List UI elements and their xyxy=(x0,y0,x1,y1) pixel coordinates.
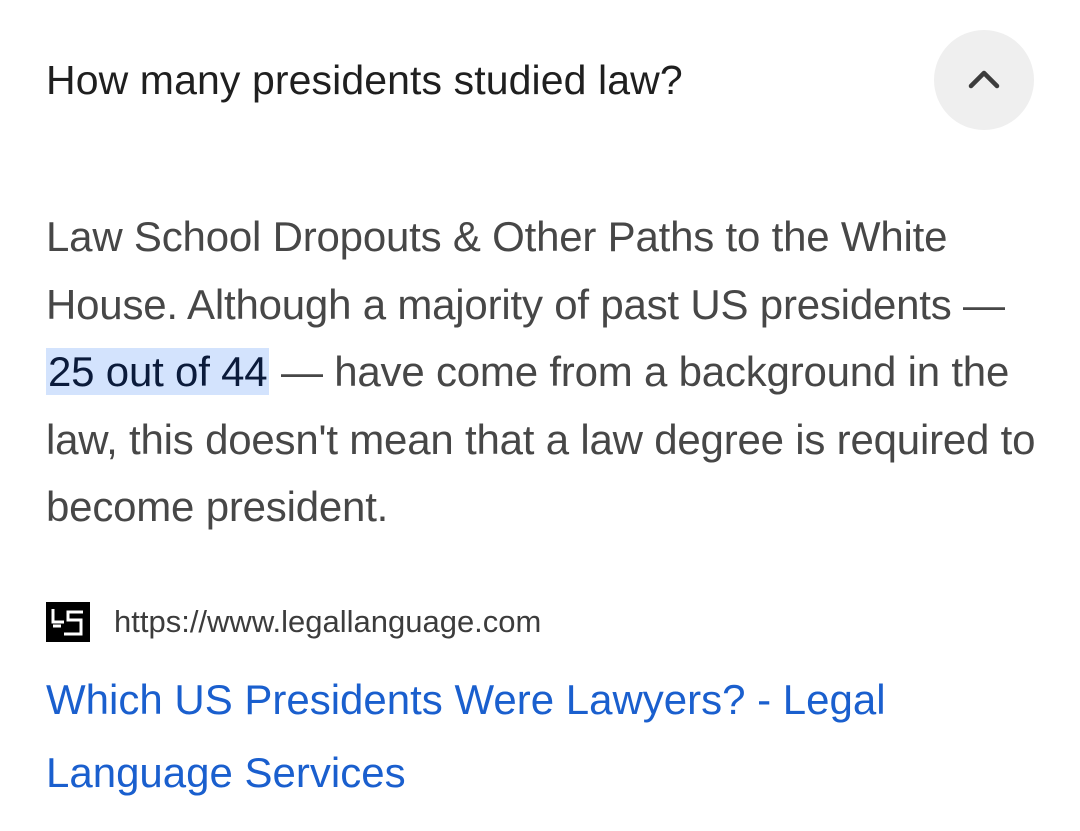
question-text[interactable]: How many presidents studied law? xyxy=(46,54,683,106)
answer-text-before: Law School Dropouts & Other Paths to the… xyxy=(46,213,1005,328)
answer-highlight: 25 out of 44 xyxy=(46,348,270,395)
faq-question-row[interactable]: How many presidents studied law? xyxy=(0,0,1080,165)
chevron-up-icon xyxy=(968,70,1000,89)
ls-logo-icon xyxy=(51,609,83,636)
source-url[interactable]: https://www.legallanguage.com xyxy=(114,604,541,640)
result-title-link[interactable]: Which US Presidents Were Lawyers? - Lega… xyxy=(46,663,1026,809)
site-favicon xyxy=(46,602,90,642)
answer-snippet: Law School Dropouts & Other Paths to the… xyxy=(46,203,1046,541)
collapse-button[interactable] xyxy=(934,30,1034,130)
